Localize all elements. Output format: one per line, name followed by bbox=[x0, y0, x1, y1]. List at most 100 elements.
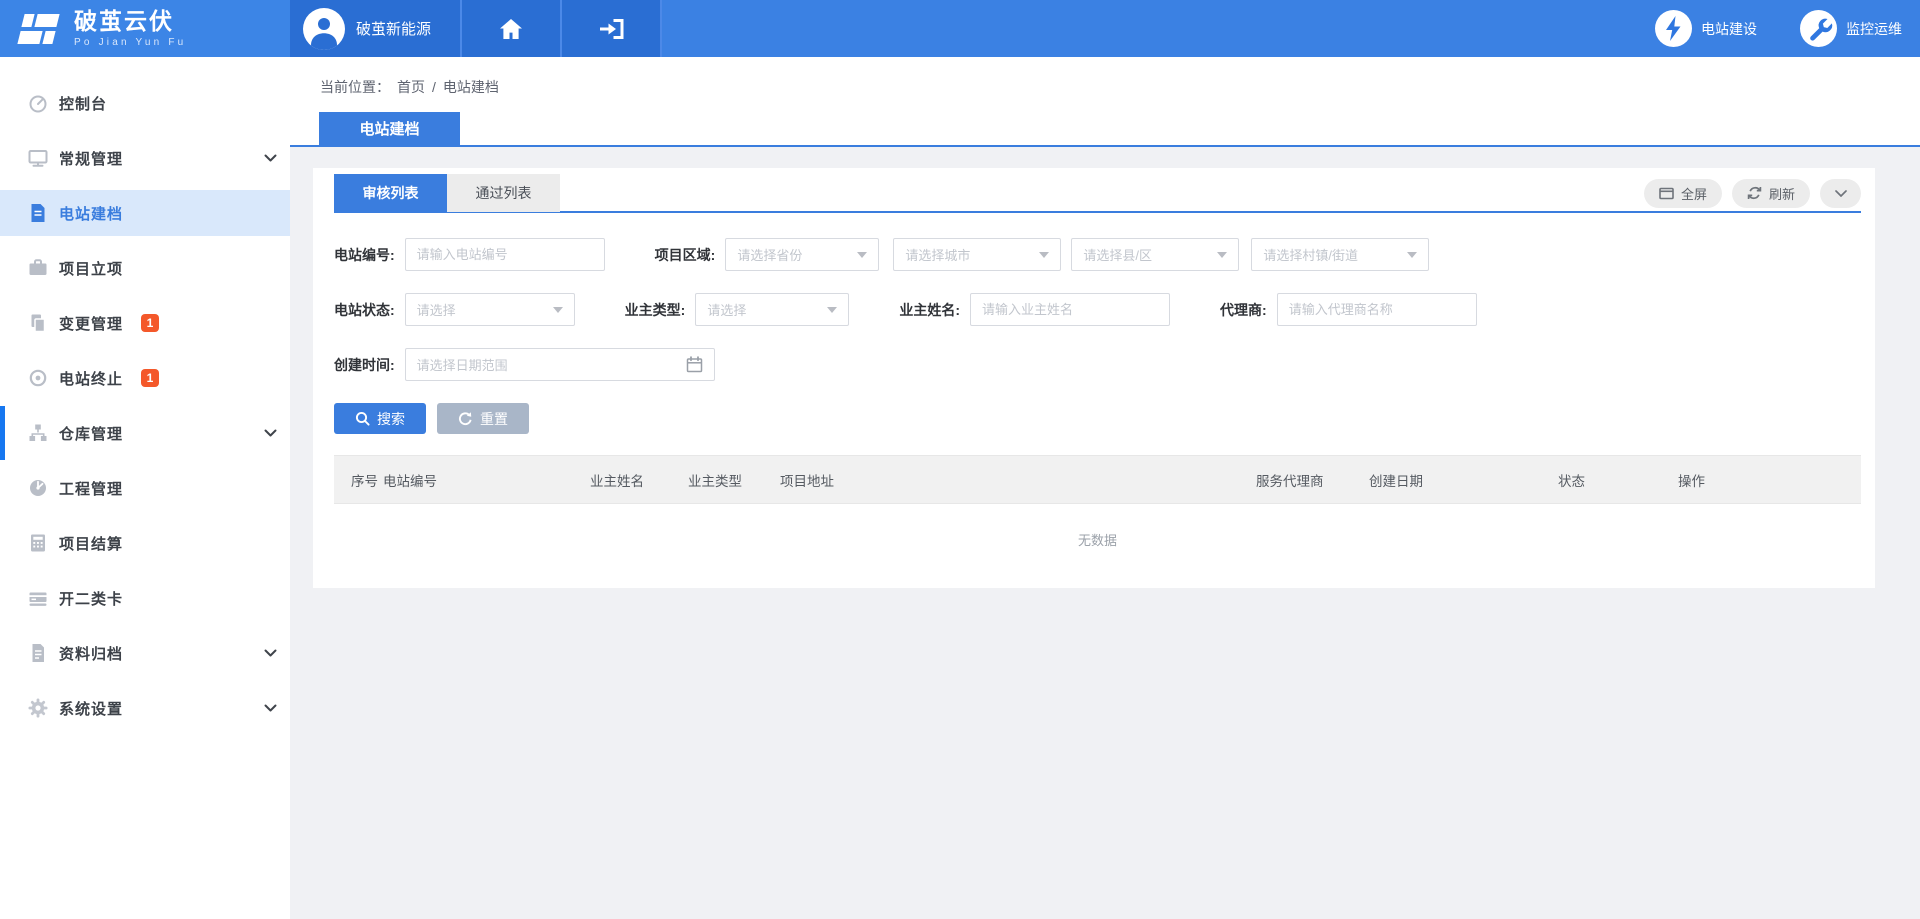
user-menu[interactable]: 破茧新能源 bbox=[290, 0, 462, 57]
sidebar-item-data-archive[interactable]: 资料归档 bbox=[0, 630, 290, 676]
station-status-select[interactable]: 请选择 bbox=[405, 293, 575, 326]
sidebar-item-console[interactable]: 控制台 bbox=[0, 80, 290, 126]
col-station-no: 电站编号 bbox=[383, 470, 590, 490]
agent-input[interactable] bbox=[1277, 293, 1477, 326]
caret-down-icon bbox=[553, 307, 563, 313]
nav-station-build[interactable]: 电站建设 bbox=[1655, 0, 1757, 57]
town-select[interactable]: 请选择村镇/街道 bbox=[1251, 238, 1429, 271]
owner-name-input[interactable] bbox=[970, 293, 1170, 326]
filter-row-3: 创建时间: 请选择日期范围 bbox=[334, 348, 1861, 381]
filter-region: 项目区域: 请选择省份 bbox=[655, 238, 880, 271]
sidebar-item-label: 电站终止 bbox=[59, 368, 123, 389]
briefcase-icon bbox=[27, 257, 49, 279]
sidebar-item-project-settlement[interactable]: 项目结算 bbox=[0, 520, 290, 566]
sidebar-item-general-mgmt[interactable]: 常规管理 bbox=[0, 135, 290, 181]
sidebar-item-system-settings[interactable]: 系统设置 bbox=[0, 685, 290, 731]
filter-row-2: 电站状态: 请选择 业主类型: 请选择 bbox=[334, 293, 1861, 326]
collapse-button[interactable] bbox=[1820, 179, 1861, 208]
tabs-row: 审核列表 通过列表 全屏 bbox=[334, 175, 1861, 213]
brand-logo[interactable]: 破茧云伏 Po Jian Yun Fu bbox=[0, 0, 290, 57]
empty-state-text: 无数据 bbox=[334, 504, 1861, 549]
chevron-down-icon bbox=[264, 649, 277, 657]
sign-in-arrow-icon bbox=[597, 17, 625, 41]
province-select[interactable]: 请选择省份 bbox=[725, 238, 879, 271]
nav-monitor-ops-label: 监控运维 bbox=[1846, 19, 1902, 39]
owner-type-value: 请选择 bbox=[707, 300, 746, 319]
refresh-button[interactable]: 刷新 bbox=[1732, 179, 1810, 208]
sidebar-item-label: 控制台 bbox=[59, 93, 107, 114]
col-owner-type: 业主类型 bbox=[688, 470, 780, 490]
page-tab-station-archive[interactable]: 电站建档 bbox=[319, 112, 460, 145]
home-icon bbox=[498, 17, 524, 41]
home-button[interactable] bbox=[462, 0, 562, 57]
panel-toolbar: 全屏 刷新 bbox=[1644, 179, 1861, 208]
fullscreen-button[interactable]: 全屏 bbox=[1644, 179, 1722, 208]
main-area: 当前位置： 首页 / 电站建档 电站建档 审核列表 通过列表 bbox=[290, 57, 1920, 919]
breadcrumb-home-link[interactable]: 首页 bbox=[397, 77, 425, 97]
date-range-picker[interactable]: 请选择日期范围 bbox=[405, 348, 715, 381]
region-label: 项目区域: bbox=[655, 245, 716, 265]
owner-type-label: 业主类型: bbox=[625, 300, 686, 320]
county-select-value: 请选择县/区 bbox=[1083, 245, 1152, 264]
search-button[interactable]: 搜索 bbox=[334, 403, 426, 434]
refresh-label: 刷新 bbox=[1769, 184, 1795, 203]
panel-card: 审核列表 通过列表 全屏 bbox=[313, 168, 1875, 588]
chevron-down-icon bbox=[264, 704, 277, 712]
nav-monitor-ops[interactable]: 监控运维 bbox=[1800, 0, 1902, 57]
tab-review-list[interactable]: 审核列表 bbox=[334, 174, 447, 212]
nav-station-build-label: 电站建设 bbox=[1701, 19, 1757, 39]
col-project-address: 项目地址 bbox=[780, 470, 1256, 490]
reset-button-label: 重置 bbox=[480, 409, 508, 429]
notification-badge: 1 bbox=[141, 314, 159, 332]
owner-type-select[interactable]: 请选择 bbox=[695, 293, 849, 326]
sidebar-item-label: 系统设置 bbox=[59, 698, 123, 719]
dashboard-icon bbox=[27, 92, 49, 114]
breadcrumb-current: 电站建档 bbox=[443, 77, 499, 97]
reset-button[interactable]: 重置 bbox=[437, 403, 529, 434]
sidebar-item-label: 项目结算 bbox=[59, 533, 123, 554]
search-button-label: 搜索 bbox=[377, 409, 405, 429]
header-spacer bbox=[662, 0, 1655, 57]
sidebar-item-project-initiation[interactable]: 项目立项 bbox=[0, 245, 290, 291]
action-buttons: 搜索 重置 bbox=[334, 403, 1861, 434]
filter-station-no: 电站编号: bbox=[334, 238, 605, 271]
sidebar-item-change-mgmt[interactable]: 变更管理 1 bbox=[0, 300, 290, 346]
province-select-value: 请选择省份 bbox=[737, 245, 802, 264]
fullscreen-label: 全屏 bbox=[1681, 184, 1707, 203]
filter-created-time: 创建时间: 请选择日期范围 bbox=[334, 348, 715, 381]
bank-card-icon bbox=[27, 587, 49, 609]
col-owner-name: 业主姓名 bbox=[590, 470, 688, 490]
station-status-value: 请选择 bbox=[417, 300, 456, 319]
chevron-down-icon bbox=[264, 429, 277, 437]
wrench-icon bbox=[1800, 10, 1837, 47]
sidebar-item-station-terminate[interactable]: 电站终止 1 bbox=[0, 355, 290, 401]
station-no-input[interactable] bbox=[405, 238, 605, 271]
county-select[interactable]: 请选择县/区 bbox=[1071, 238, 1239, 271]
top-header: 破茧云伏 Po Jian Yun Fu 破茧新能源 bbox=[0, 0, 1920, 57]
sitemap-icon bbox=[27, 422, 49, 444]
logout-button[interactable] bbox=[562, 0, 662, 57]
sidebar-item-label: 开二类卡 bbox=[59, 588, 123, 609]
filter-owner-name: 业主姓名: bbox=[899, 293, 1170, 326]
col-index: 序号 bbox=[351, 470, 383, 490]
sidebar: 控制台 常规管理 电站建档 bbox=[0, 57, 290, 919]
filter-owner-type: 业主类型: 请选择 bbox=[625, 293, 850, 326]
copy-icon bbox=[27, 312, 49, 334]
sidebar-item-label: 项目立项 bbox=[59, 258, 123, 279]
filter-agent: 代理商: bbox=[1220, 293, 1477, 326]
table-header-row: 序号 电站编号 业主姓名 业主类型 项目地址 服务代理商 创建日期 状态 操作 bbox=[334, 455, 1861, 504]
sidebar-item-engineering-mgmt[interactable]: 工程管理 bbox=[0, 465, 290, 511]
sidebar-item-label: 变更管理 bbox=[59, 313, 123, 334]
sidebar-item-label: 资料归档 bbox=[59, 643, 123, 664]
town-select-value: 请选择村镇/街道 bbox=[1263, 245, 1358, 264]
gauge-icon bbox=[27, 477, 49, 499]
sidebar-item-label: 仓库管理 bbox=[59, 423, 123, 444]
city-select[interactable]: 请选择城市 bbox=[893, 238, 1061, 271]
tab-passed-list[interactable]: 通过列表 bbox=[447, 174, 560, 212]
sidebar-item-station-archive[interactable]: 电站建档 bbox=[0, 190, 290, 236]
calendar-icon bbox=[686, 356, 703, 373]
sidebar-item-open-card[interactable]: 开二类卡 bbox=[0, 575, 290, 621]
col-service-agent: 服务代理商 bbox=[1256, 470, 1369, 490]
sidebar-item-warehouse-mgmt[interactable]: 仓库管理 bbox=[0, 410, 290, 456]
chevron-down-icon bbox=[264, 154, 277, 162]
